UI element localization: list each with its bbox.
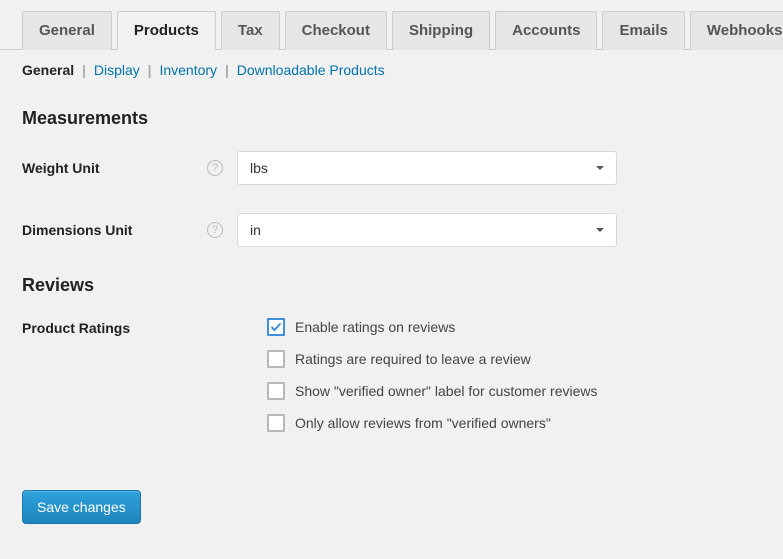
- separator: |: [225, 62, 229, 78]
- section-reviews: Reviews: [22, 275, 761, 296]
- weight-unit-value: lbs: [250, 160, 268, 176]
- separator: |: [148, 62, 152, 78]
- tab-shipping[interactable]: Shipping: [392, 11, 490, 50]
- product-ratings-label: Product Ratings: [22, 320, 130, 336]
- subnav-downloadable[interactable]: Downloadable Products: [237, 62, 385, 78]
- tab-products[interactable]: Products: [117, 11, 216, 50]
- chevron-down-icon: [596, 166, 604, 170]
- subnav-general[interactable]: General: [22, 62, 74, 78]
- dimensions-unit-label: Dimensions Unit: [22, 222, 132, 238]
- checkbox-enable-ratings[interactable]: [267, 318, 285, 336]
- separator: |: [82, 62, 86, 78]
- weight-unit-label: Weight Unit: [22, 160, 100, 176]
- checkbox-ratings-required[interactable]: [267, 350, 285, 368]
- checkbox-verified-only[interactable]: [267, 414, 285, 432]
- help-icon[interactable]: ?: [207, 222, 223, 238]
- label-ratings-required: Ratings are required to leave a review: [295, 351, 531, 367]
- tab-emails[interactable]: Emails: [602, 11, 684, 50]
- product-subnav: General | Display | Inventory | Download…: [0, 50, 783, 90]
- chevron-down-icon: [596, 228, 604, 232]
- weight-unit-select[interactable]: lbs: [237, 151, 617, 185]
- settings-tabs: General Products Tax Checkout Shipping A…: [0, 0, 783, 50]
- section-measurements: Measurements: [22, 108, 761, 129]
- save-button[interactable]: Save changes: [22, 490, 141, 524]
- subnav-display[interactable]: Display: [94, 62, 140, 78]
- label-enable-ratings: Enable ratings on reviews: [295, 319, 455, 335]
- dimensions-unit-select[interactable]: in: [237, 213, 617, 247]
- tab-checkout[interactable]: Checkout: [285, 11, 387, 50]
- dimensions-unit-value: in: [250, 222, 261, 238]
- tab-general[interactable]: General: [22, 11, 112, 50]
- label-verified-label: Show "verified owner" label for customer…: [295, 383, 598, 399]
- label-verified-only: Only allow reviews from "verified owners…: [295, 415, 551, 431]
- help-icon[interactable]: ?: [207, 160, 223, 176]
- checkbox-verified-label[interactable]: [267, 382, 285, 400]
- subnav-inventory[interactable]: Inventory: [159, 62, 217, 78]
- tab-tax[interactable]: Tax: [221, 11, 280, 50]
- tab-accounts[interactable]: Accounts: [495, 11, 597, 50]
- tab-webhooks[interactable]: Webhooks: [690, 11, 783, 50]
